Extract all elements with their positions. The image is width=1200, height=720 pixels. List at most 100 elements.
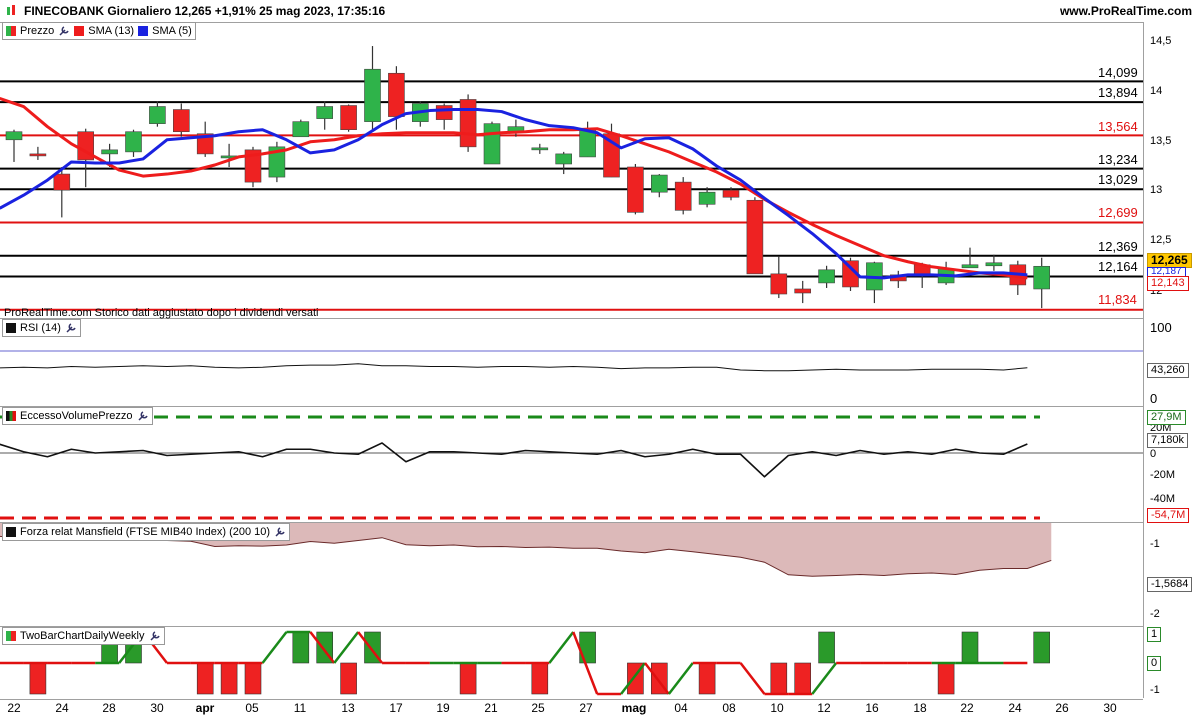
mansfield-swatch-icon [6,527,16,537]
candle-down [53,173,71,191]
twobar-swatch-icon [6,631,16,641]
last-price-tag: 12,265 [1147,253,1192,268]
candle-up [5,131,23,141]
evp-line [0,442,1028,478]
candle-up [149,106,166,124]
candle-down [435,105,453,120]
twobar-down-bar [698,662,716,695]
sma13-swatch-icon [74,26,85,36]
evp-legend-label: EccessoVolumePrezzo [20,410,133,422]
level-label: 13,234 [1098,152,1138,167]
level-label: 12,369 [1098,239,1138,254]
twobar-down-bar [770,662,788,695]
sma13-tag: 12,143 [1147,276,1189,291]
price-y-label: 14,5 [1150,35,1172,47]
legend-sma5-label: SMA (5) [152,25,192,37]
evp-lower-tag: -54,7M [1147,508,1190,523]
mansfield-legend-label: Forza relat Mansfield (FTSE MIB40 Index)… [20,526,271,538]
candle-up [579,129,596,158]
level-label: 13,564 [1098,119,1138,134]
candle-up [364,68,381,122]
price-swatch-icon [6,26,16,36]
x-axis-label: 21 [484,701,498,715]
evp-y-label: -20M [1150,469,1176,481]
rsi-swatch-icon [6,323,16,333]
twobar-line-segment [667,662,694,695]
twobar-down-bar [220,662,238,695]
mansfield-value-tag: -1,5684 [1147,577,1193,592]
level-label: 14,099 [1098,65,1138,80]
wrench-icon[interactable] [137,410,149,422]
x-axis-label: 18 [913,701,927,715]
candle-up [985,262,1003,267]
twobar-line-segment [548,631,575,664]
level-label: 12,164 [1098,259,1138,274]
twobar-down-bar [340,662,357,695]
x-axis-label: 17 [389,701,403,715]
wrench-icon[interactable] [65,322,77,334]
data-note: ProRealTime.com Storico dati aggiustato … [4,307,319,319]
twobar-down-bar [531,662,549,695]
sma5-swatch-icon [138,26,149,36]
x-axis-label: 08 [722,701,736,715]
candle-down [770,273,788,295]
x-axis-label: 24 [1008,701,1022,715]
candle-up [1033,265,1050,290]
x-axis-label: 30 [1103,701,1117,715]
candle-down [794,288,812,294]
candle-down [674,181,692,211]
twobar-legend-label: TwoBarChartDailyWeekly [20,630,145,642]
legend-sma13-label: SMA (13) [88,25,135,37]
twobar-down-bar [794,662,812,695]
x-axis-label: 22 [7,701,21,715]
twobar-legend[interactable]: TwoBarChartDailyWeekly [2,627,165,645]
mansfield-legend[interactable]: Forza relat Mansfield (FTSE MIB40 Index)… [2,523,291,541]
rsi-y-label: 100 [1150,320,1172,335]
x-axis-label: 25 [531,701,545,715]
rsi-legend[interactable]: RSI (14) [2,319,81,337]
legend-price-label: Prezzo [20,25,55,37]
candle-up [555,153,573,165]
twobar-up-bar [579,631,596,664]
x-axis-label: 27 [579,701,593,715]
wrench-icon[interactable] [58,25,70,37]
x-axis-label: 16 [865,701,879,715]
candle-up [961,264,979,269]
candle-down [627,166,644,213]
evp-upper-tag: 27,9M [1147,410,1186,425]
evp-legend[interactable]: EccessoVolumePrezzo [2,407,153,425]
wrench-icon[interactable] [149,630,161,642]
candle-up [292,121,310,138]
rsi-legend-label: RSI (14) [20,322,61,334]
rsi-y-label: 0 [1150,391,1158,406]
candle-down [746,199,764,275]
rsi-line [0,363,1028,372]
price-y-label: 12,5 [1150,234,1172,246]
mansfield-y-label: -1 [1150,538,1160,550]
x-axis-label: 10 [770,701,784,715]
evp-swatch-icon [6,411,16,421]
twobar-down-bar [29,662,47,695]
evp-y-label: -40M [1150,493,1176,505]
x-axis-label: 30 [150,701,164,715]
wrench-icon[interactable] [274,526,286,538]
candle-up [531,147,549,151]
twobar-down-bar [244,662,262,695]
chart-canvas[interactable] [0,0,1200,720]
x-axis-label: 22 [960,701,974,715]
candle-up [316,106,334,119]
x-axis-label: 12 [817,701,831,715]
level-label: 13,894 [1098,85,1138,100]
price-y-label: 14 [1150,85,1163,97]
evp-y-label: 0 [1150,448,1157,460]
candle-down [340,105,357,131]
rsi-value-tag: 43,260 [1147,363,1189,378]
x-axis-label: 04 [674,701,688,715]
x-axis-label: mag [621,701,647,715]
sma13-line [0,97,1028,280]
candle-up [101,149,118,155]
twobar-down-bar [196,662,214,695]
twobar-up-bar [1033,631,1050,664]
price-legend[interactable]: Prezzo SMA (13) SMA (5) [2,22,196,40]
twobar-up-bar [292,631,310,664]
